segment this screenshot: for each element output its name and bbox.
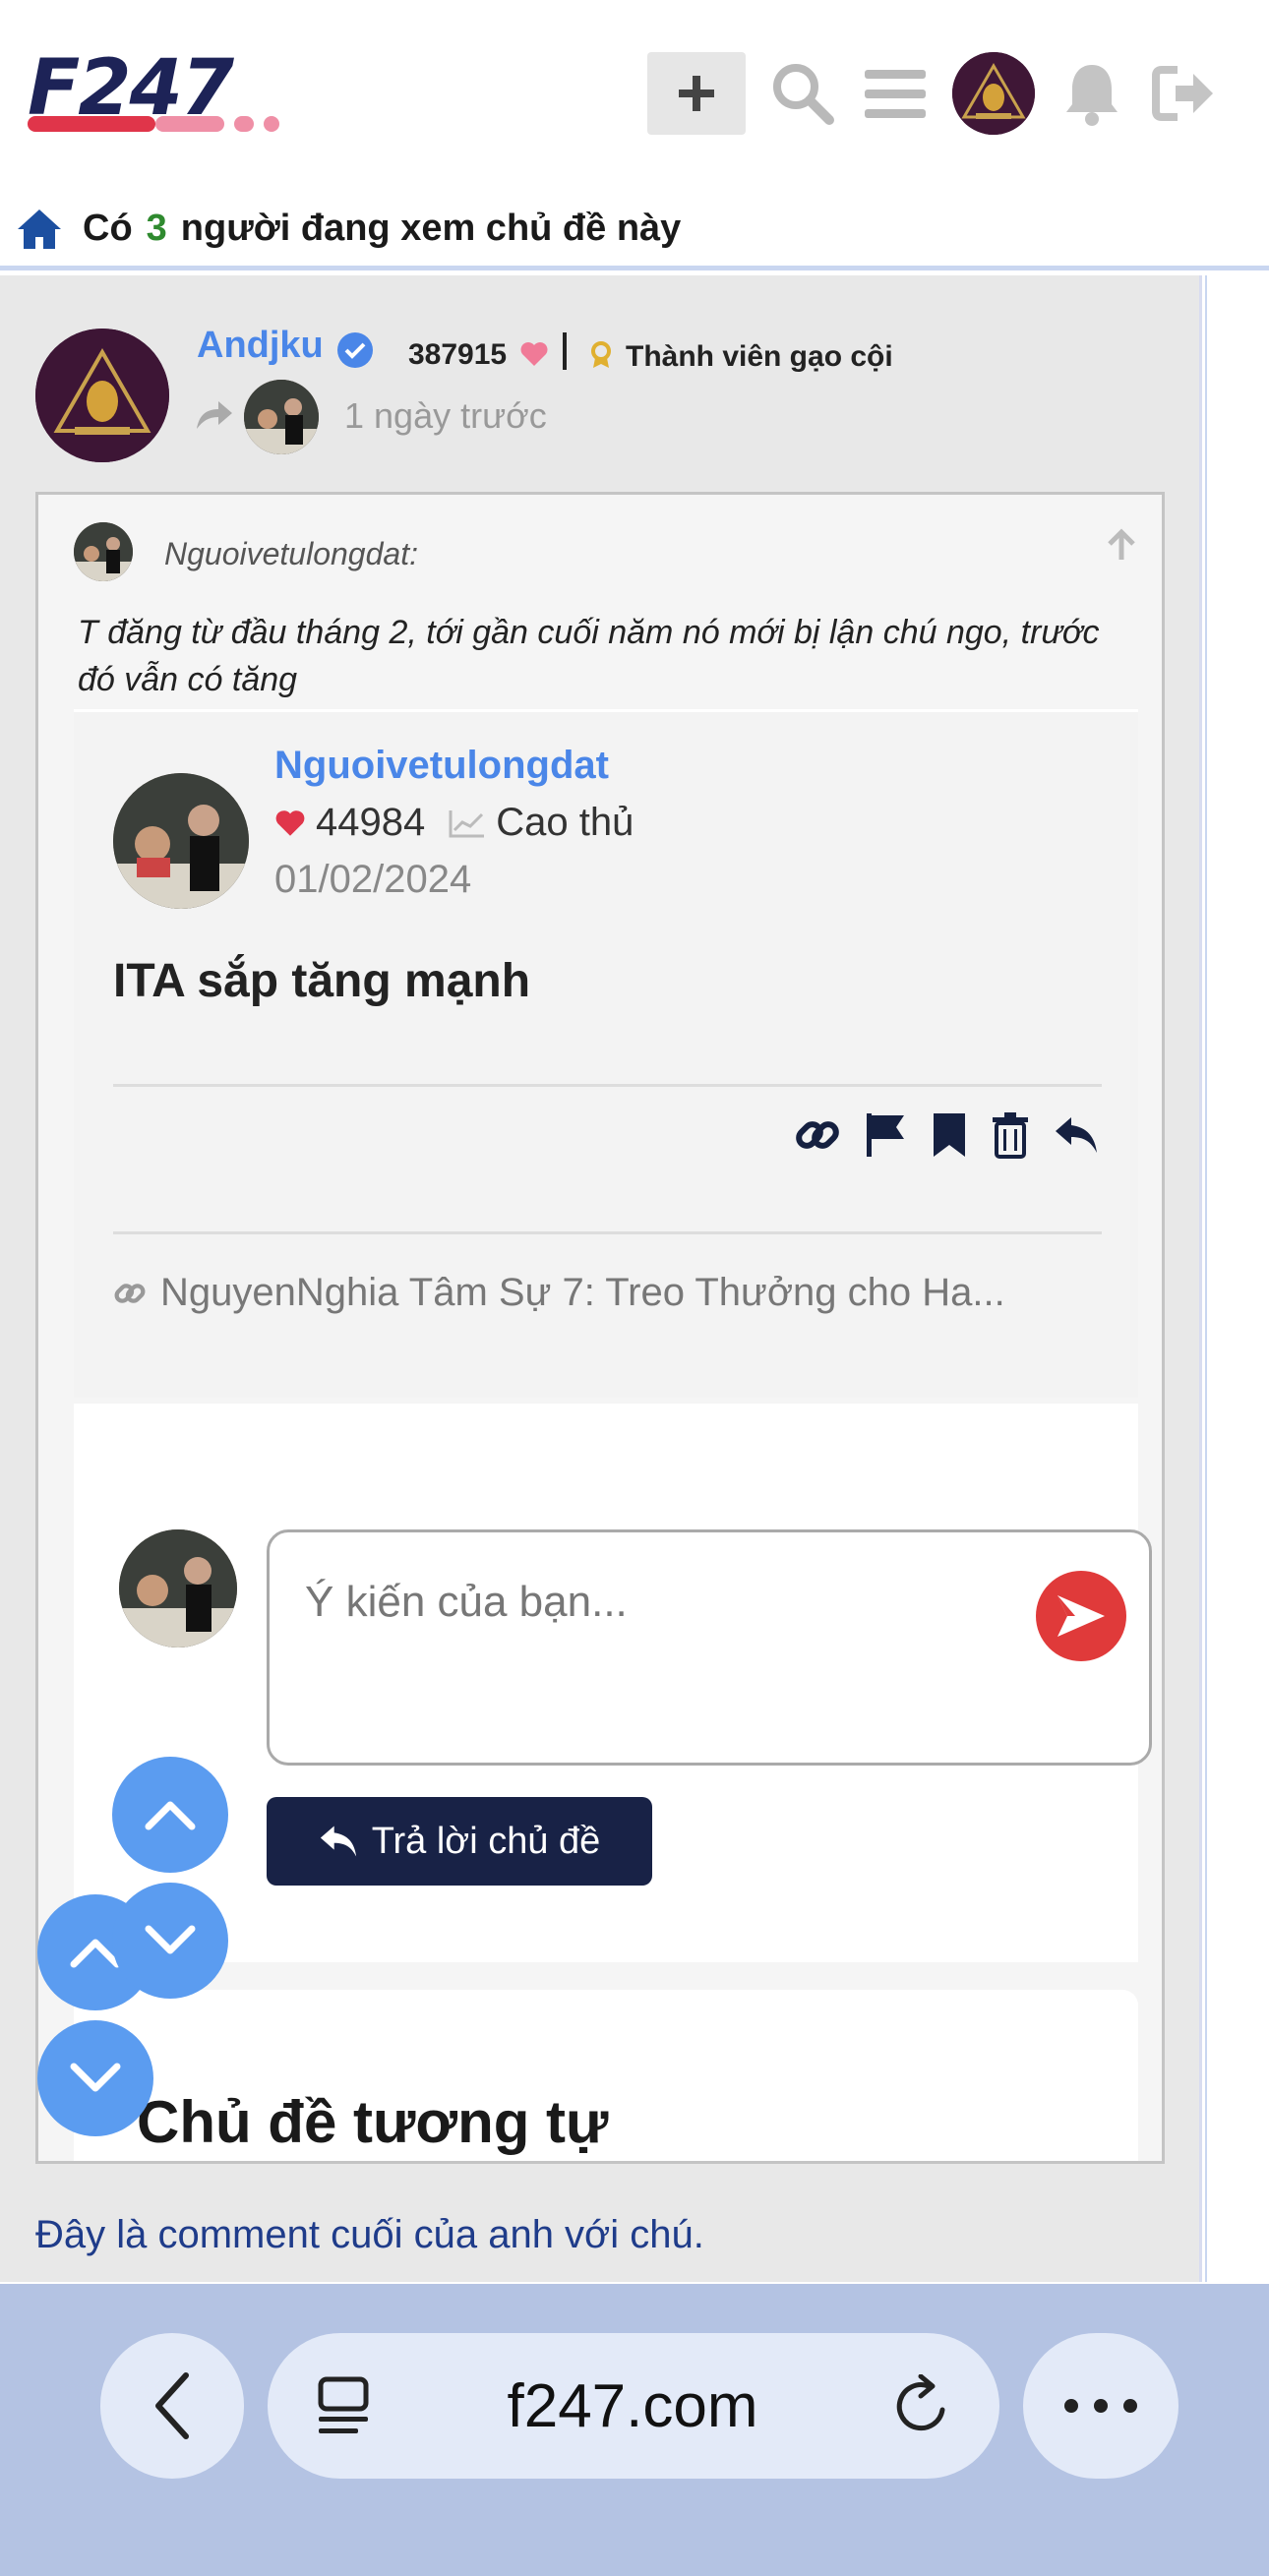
verified-icon — [337, 332, 373, 368]
current-user-avatar — [119, 1529, 237, 1647]
logo-stripe — [155, 116, 224, 132]
embedded-author-name[interactable]: Nguoivetulongdat — [274, 744, 609, 788]
reply-icon[interactable] — [1054, 1113, 1099, 1157]
divider — [113, 1084, 1102, 1087]
notifications-button[interactable] — [1057, 58, 1127, 129]
logout-icon — [1152, 66, 1213, 121]
logo-stripe — [234, 116, 254, 132]
plus-icon — [679, 76, 714, 111]
browser-toolbar: f247.com — [0, 2284, 1269, 2576]
top-bar: F247 — [0, 0, 1269, 187]
viewers-suffix: người đang xem chủ đề này — [180, 208, 682, 249]
side-strip — [1205, 275, 1269, 2282]
trash-icon[interactable] — [991, 1111, 1030, 1159]
new-topic-button[interactable] — [647, 52, 746, 135]
chevron-left-icon — [155, 2372, 189, 2439]
menu-button[interactable] — [860, 58, 931, 129]
flag-icon[interactable] — [865, 1111, 908, 1159]
post-actions — [794, 1111, 1099, 1159]
scroll-down-button[interactable] — [37, 2020, 153, 2136]
site-logo[interactable]: F247 — [28, 49, 323, 138]
reload-icon[interactable] — [893, 2374, 952, 2437]
pyramid-logo-icon — [952, 52, 1035, 135]
shared-user-avatar[interactable] — [244, 380, 319, 454]
post-author-avatar[interactable] — [35, 329, 169, 462]
link-icon — [114, 1283, 146, 1303]
bell-icon — [1066, 65, 1118, 126]
avatar-photo-icon — [119, 1529, 237, 1647]
bookmark-icon[interactable] — [932, 1111, 967, 1159]
reply-topic-label: Trả lời chủ đề — [371, 1820, 601, 1862]
logo-stripe — [28, 116, 155, 132]
embedded-post-card[interactable]: Nguoivetulongdat 44984 Cao thủ 01/02/202… — [74, 709, 1138, 1398]
arrow-up-icon[interactable] — [1107, 528, 1136, 562]
share-icon — [197, 401, 232, 429]
embedded-author-stats: 44984 Cao thủ — [274, 801, 634, 845]
quoted-text: T đăng từ đầu tháng 2, tới gần cuối năm … — [78, 614, 1100, 698]
viewers-count: 3 — [146, 208, 167, 249]
avatar-photo-icon — [113, 773, 249, 909]
divider — [113, 1231, 1102, 1234]
send-button[interactable] — [1036, 1571, 1126, 1661]
address-bar[interactable]: f247.com — [268, 2333, 999, 2479]
similar-topics-title: Chủ đề tương tự — [137, 2089, 609, 2155]
heart-icon — [520, 342, 548, 366]
user-avatar[interactable] — [952, 52, 1035, 135]
heart-icon — [275, 809, 305, 836]
back-button[interactable] — [100, 2333, 244, 2479]
embedded-post-date: 01/02/2024 — [274, 858, 472, 901]
viewers-prefix: Có — [83, 208, 133, 249]
pyramid-logo-icon — [35, 329, 169, 462]
reply-area: Ý kiến của bạn... Trả lời chủ đề — [74, 1404, 1152, 1962]
chevron-down-icon — [70, 2063, 121, 2092]
viewers-text: Có 3 người đang xem chủ đề này — [83, 208, 681, 250]
hamburger-icon — [865, 70, 926, 118]
post-time: 1 ngày trước — [344, 395, 547, 436]
logout-button[interactable] — [1149, 58, 1220, 129]
scroll-down-button[interactable] — [112, 1883, 228, 1999]
search-button[interactable] — [767, 58, 838, 129]
medal-icon — [591, 341, 611, 368]
more-icon — [1064, 2399, 1137, 2413]
scroll-up-button[interactable] — [112, 1757, 228, 1873]
similar-topics-section: Chủ đề tương tự — [74, 1990, 1138, 2161]
quoted-user-avatar[interactable] — [74, 522, 133, 581]
viewers-bar: Có 3 người đang xem chủ đề này — [0, 192, 1269, 270]
embedded-post-title[interactable]: ITA sắp tăng mạnh — [113, 954, 530, 1008]
chevron-down-icon — [145, 1925, 196, 1954]
post-author-name[interactable]: Andjku — [197, 325, 324, 367]
send-icon — [1058, 1595, 1105, 1637]
url-text: f247.com — [507, 2371, 758, 2440]
more-button[interactable] — [1023, 2333, 1178, 2479]
home-icon[interactable] — [16, 208, 63, 251]
related-topic-text: NguyenNghia Tâm Sự 7: Treo Thưởng cho Ha… — [160, 1271, 1005, 1314]
post-body-text: Đây là comment cuối của anh với chú. — [35, 2213, 704, 2256]
link-icon[interactable] — [794, 1111, 841, 1159]
logo-stripe — [264, 116, 279, 132]
quoted-author: Nguoivetulongdat: — [164, 536, 418, 571]
post-author-rank: Thành viên gạo cội — [626, 340, 893, 373]
search-icon — [773, 64, 834, 125]
divider — [563, 332, 567, 370]
reader-icon[interactable] — [315, 2375, 372, 2436]
trend-icon — [449, 809, 485, 837]
comment-input[interactable]: Ý kiến của bạn... — [267, 1529, 1152, 1766]
post-author-score: 387915 — [408, 338, 508, 371]
avatar-photo-icon — [244, 380, 319, 454]
embedded-author-avatar[interactable] — [113, 773, 249, 909]
embedded-author-rank: Cao thủ — [496, 801, 634, 844]
reply-icon — [320, 1826, 356, 1857]
chevron-up-icon — [145, 1801, 196, 1830]
embedded-author-score: 44984 — [316, 801, 426, 844]
related-topic-link[interactable]: NguyenNghia Tâm Sự 7: Treo Thưởng cho Ha… — [113, 1271, 1005, 1315]
avatar-photo-icon — [74, 522, 133, 581]
reply-topic-button[interactable]: Trả lời chủ đề — [267, 1797, 652, 1886]
